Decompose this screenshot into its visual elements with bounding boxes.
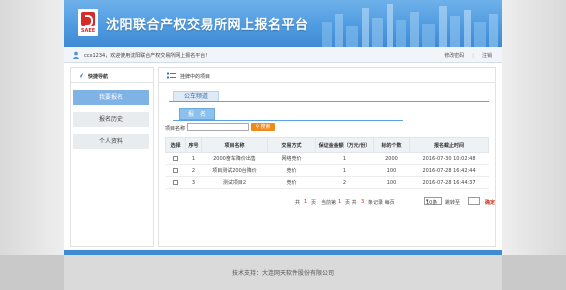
quick-nav-header: 快捷导航 (71, 68, 153, 83)
footer-inner: 技术支持：大连网天软件股份有限公司 (64, 255, 502, 290)
row-checkbox[interactable] (173, 179, 178, 185)
row-number: 2 (185, 164, 202, 177)
welcome-message: ccx1234，欢迎使用沈阳联合产权交易所网上报名平台！ (84, 52, 210, 59)
subtab-apply[interactable]: 报 名 (179, 108, 215, 120)
search-icon: ⚲ (255, 124, 260, 130)
user-icon (72, 51, 80, 59)
main-title: 挂牌中的项目 (180, 74, 211, 80)
row-target-count: 100 (373, 164, 410, 177)
main-header: 挂牌中的项目 (159, 68, 495, 83)
row-deadline: 2016-07-28 16:44:37 (409, 176, 489, 189)
table-row: 3 测试项目2 竞价 2 100 2016-07-28 16:44:37 (165, 176, 489, 189)
pager-records-label: 页 共 (345, 200, 357, 206)
row-deposit: 2 (315, 176, 374, 189)
pager-total-records: 3 (361, 199, 365, 205)
row-trade-mode: 竞价 (267, 164, 316, 177)
welcome-text: ，欢迎使用沈阳联合产权交易所网上报名平台！ (105, 53, 211, 59)
row-project-name: 项目测试200台降价 (201, 164, 268, 177)
nav-item-profile[interactable]: 个人资料 (73, 134, 149, 149)
subtab-underline (173, 120, 403, 121)
logo-mark-icon (81, 12, 95, 27)
page: SAEE 沈阳联合产权交易所网上报名平台 ccx1234，欢迎使用沈阳联合产权交… (0, 0, 566, 290)
user-bar: ccx1234，欢迎使用沈阳联合产权交易所网上报名平台！ 修改密码 | 注销 (64, 47, 502, 63)
row-number: 3 (185, 176, 202, 189)
side-background-right (502, 0, 566, 255)
row-trade-mode: 竞价 (267, 176, 316, 189)
city-skyline-image (322, 4, 498, 47)
col-number: 序号 (185, 137, 202, 153)
col-trade-mode: 交易方式 (267, 137, 316, 153)
col-project-name: 项目名称 (201, 137, 268, 153)
page-size-select[interactable]: 10条 ▾ (424, 197, 442, 206)
site-title: 沈阳联合产权交易所网上报名平台 (106, 18, 309, 33)
search-label: 项目名称 (165, 126, 186, 132)
row-checkbox[interactable] (173, 167, 178, 173)
row-project-name: 2000奋车降价出售 (201, 152, 268, 165)
saee-logo: SAEE (78, 9, 98, 36)
row-select-cell (165, 164, 186, 177)
table-row: 1 2000奋车降价出售 网络竞价 1 2000 2016-07-30 10:0… (165, 152, 489, 165)
tab-bus-channel[interactable]: 公车频道 (173, 91, 219, 101)
nav-item-history[interactable]: 报名历史 (73, 112, 149, 127)
row-trade-mode: 网络竞价 (267, 152, 316, 165)
row-deposit: 1 (315, 152, 374, 165)
content-wrapper: SAEE 沈阳联合产权交易所网上报名平台 ccx1234，欢迎使用沈阳联合产权交… (64, 0, 502, 255)
pager-total-label: 共 (295, 200, 301, 206)
row-target-count: 2000 (373, 152, 410, 165)
project-table: 选择 序号 项目名称 交易方式 保证金金额（万元/份） 标的个数 报名截止时间 … (165, 137, 489, 189)
row-target-count: 100 (373, 176, 410, 189)
col-deadline: 报名截止时间 (409, 137, 489, 153)
side-background-left (0, 0, 64, 255)
col-select: 选择 (165, 137, 186, 153)
nav-item-apply[interactable]: 我要报名 (73, 90, 149, 105)
row-deadline: 2016-07-30 10:02:48 (409, 152, 489, 165)
change-password-link[interactable]: 修改密码 (444, 53, 464, 59)
pager-jump-label: 跳转至 (445, 200, 461, 206)
row-select-cell (165, 176, 186, 189)
main-panel: 挂牌中的项目 公车频道 报 名 项目名称 ⚲搜索 选择 序号 项目名称 交易方式… (158, 67, 496, 247)
logo-text: SAEE (80, 28, 96, 34)
user-links: 修改密码 | 注销 (444, 52, 492, 59)
quick-nav-panel: 快捷导航 我要报名 报名历史 个人资料 (70, 67, 154, 247)
nav-arrow-icon (77, 72, 84, 79)
page-jump-input[interactable] (468, 197, 480, 205)
pager-current-page: 1 (338, 199, 342, 205)
table-header-row: 选择 序号 项目名称 交易方式 保证金金额（万元/份） 标的个数 报名截止时间 (165, 137, 489, 153)
quick-nav-title: 快捷导航 (88, 74, 109, 80)
row-checkbox[interactable] (173, 155, 178, 161)
link-separator: | (472, 53, 474, 59)
page-size-value: 10条 (426, 200, 438, 206)
list-icon (167, 72, 176, 79)
pager-total-pages: 1 (304, 199, 308, 205)
pager-current-label: 当前第 (321, 200, 337, 206)
pager-page-unit: 页 (311, 200, 317, 206)
row-select-cell (165, 152, 186, 165)
pager-records-unit: 条记录 每页 (368, 200, 395, 206)
row-project-name: 测试项目2 (201, 176, 268, 189)
table-row: 2 项目测试200台降价 竞价 1 100 2016-07-28 16:42:4… (165, 164, 489, 177)
site-header: SAEE 沈阳联合产权交易所网上报名平台 (64, 0, 502, 47)
tab-underline (169, 101, 489, 102)
project-name-input[interactable] (187, 123, 249, 131)
pager-confirm-button[interactable]: 确定 (485, 199, 495, 206)
col-target-count: 标的个数 (373, 137, 410, 153)
search-button[interactable]: ⚲搜索 (251, 123, 275, 131)
row-deadline: 2016-07-28 16:42:44 (409, 164, 489, 177)
search-button-label: 搜索 (260, 124, 271, 130)
row-deposit: 1 (315, 164, 374, 177)
row-number: 1 (185, 152, 202, 165)
username: ccx1234 (84, 53, 106, 59)
site-footer: 技术支持：大连网天软件股份有限公司 (0, 255, 566, 290)
tech-support-text: 技术支持：大连网天软件股份有限公司 (231, 270, 334, 277)
col-deposit: 保证金金额（万元/份） (315, 137, 374, 153)
logout-link[interactable]: 注销 (482, 53, 492, 59)
pagination: 共 1 页 当前第 1 页 共 3 条记录 每页 10条 ▾ 跳转至 确定 (295, 197, 495, 207)
